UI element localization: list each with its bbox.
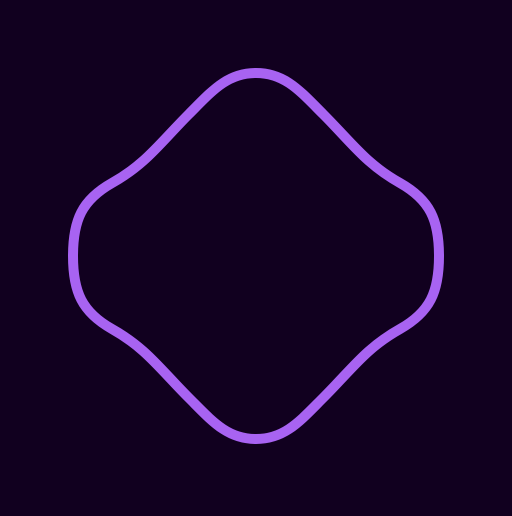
shape-outline — [68, 68, 444, 444]
rounded-diamond-outline-icon — [68, 68, 444, 444]
canvas-background — [0, 0, 512, 512]
